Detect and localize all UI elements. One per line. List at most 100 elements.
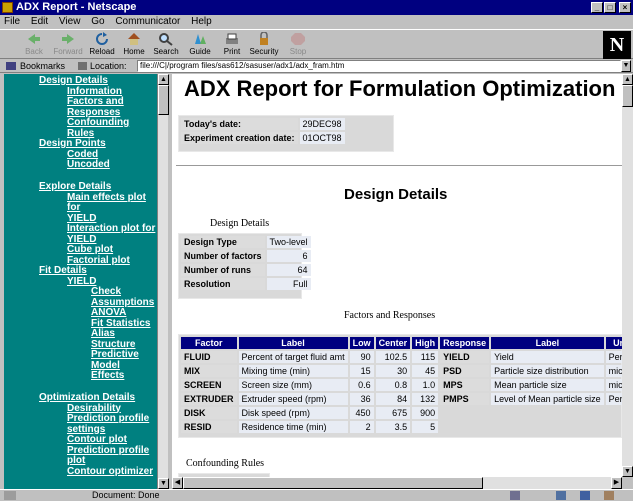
- response-name-cell: PMPS: [440, 393, 490, 405]
- close-button[interactable]: ×: [619, 2, 631, 13]
- nav-link[interactable]: Main effects plot for: [39, 192, 157, 214]
- nav-section-title[interactable]: Fit Details: [39, 265, 154, 277]
- column-header: Factor: [181, 337, 237, 349]
- scroll-thumb[interactable]: [158, 85, 169, 115]
- response-units-cell: microns: [605, 379, 622, 391]
- security-status-icon[interactable]: [4, 491, 16, 500]
- window-title: ADX Report - Netscape: [16, 1, 137, 13]
- factor-label-cell: Residence time (min): [238, 421, 348, 433]
- scroll-down-button[interactable]: ▼: [158, 478, 169, 489]
- factor-level-cell: 132: [412, 393, 439, 405]
- reload-button[interactable]: Reload: [84, 31, 120, 59]
- factor-name-cell: RESID: [181, 421, 237, 433]
- factors-responses-table: Factor Label Low Center High Response La…: [178, 334, 622, 438]
- design-label: Number of runs: [181, 264, 265, 276]
- divider: [176, 165, 622, 167]
- security-lock-icon: [260, 32, 268, 45]
- factor-name-cell: DISK: [181, 407, 237, 419]
- nav-link[interactable]: plot: [39, 455, 153, 467]
- nav-link[interactable]: Predictive: [39, 349, 154, 361]
- nav-section-title[interactable]: Explore Details: [39, 181, 157, 193]
- menu-communicator[interactable]: Communicator: [115, 16, 180, 27]
- scroll-thumb[interactable]: [183, 477, 483, 489]
- bookmarks-button[interactable]: Bookmarks: [20, 59, 65, 73]
- factor-level-cell: 2: [349, 421, 374, 433]
- location-dropdown-button[interactable]: ▼: [621, 60, 631, 72]
- guide-button[interactable]: Guide: [182, 31, 218, 59]
- maximize-button[interactable]: □: [604, 2, 616, 13]
- component-bar-mail-icon[interactable]: [556, 491, 566, 500]
- menu-file[interactable]: File: [4, 16, 20, 27]
- design-caption: Design Details: [210, 218, 270, 229]
- component-bar-composer-icon[interactable]: [604, 491, 614, 500]
- navigation-toolbar: Back Forward Reload Home Search Guide Pr…: [0, 29, 633, 59]
- component-bar-navigator-icon[interactable]: [510, 491, 520, 500]
- scroll-down-button[interactable]: ▼: [622, 466, 633, 477]
- nav-section-title[interactable]: Optimization Details: [39, 392, 153, 404]
- response-units-cell: microns: [605, 365, 622, 377]
- nav-link[interactable]: Uncoded: [39, 159, 110, 171]
- content-horizontal-scrollbar[interactable]: ◀ ▶: [172, 477, 622, 489]
- response-name-cell: [440, 407, 489, 419]
- back-button[interactable]: Back: [16, 31, 52, 59]
- menu-edit[interactable]: Edit: [31, 16, 48, 27]
- forward-arrow-icon: [62, 34, 74, 44]
- nav-section: Fit Details YIELD Check Assumptions ANOV…: [39, 265, 154, 382]
- response-units-cell: [606, 421, 622, 433]
- column-header: High: [412, 337, 439, 349]
- content-vertical-scrollbar[interactable]: ▲ ▼: [622, 74, 633, 477]
- nav-link[interactable]: Contour optimizer: [39, 466, 153, 478]
- stop-button[interactable]: Stop: [280, 31, 316, 59]
- minimize-button[interactable]: _: [591, 2, 603, 13]
- nav-section-title[interactable]: Design Points: [39, 138, 110, 150]
- nav-link[interactable]: Confounding Rules: [39, 117, 157, 139]
- report-title: ADX Report for Formulation Optimization …: [184, 76, 622, 101]
- factor-label-cell: Extruder speed (rpm): [238, 393, 348, 405]
- factor-name-cell: MIX: [181, 365, 237, 377]
- component-bar-discussions-icon[interactable]: [580, 491, 590, 500]
- menu-view[interactable]: View: [59, 16, 81, 27]
- scroll-right-button[interactable]: ▶: [611, 477, 622, 489]
- menu-help[interactable]: Help: [191, 16, 212, 27]
- response-label-cell: [491, 407, 604, 419]
- scroll-thumb[interactable]: [622, 85, 633, 107]
- table-row: EXTRUDER Extruder speed (rpm) 36 84 132 PMPS L…: [181, 393, 622, 405]
- nav-link[interactable]: Factors and: [39, 96, 157, 108]
- nav-link[interactable]: Check: [39, 286, 154, 298]
- nav-link[interactable]: Prediction profile: [39, 445, 153, 457]
- response-name-cell: [440, 421, 489, 433]
- menu-go[interactable]: Go: [91, 16, 104, 27]
- nav-link[interactable]: Effects: [39, 370, 154, 382]
- column-header: Units: [605, 337, 622, 349]
- search-icon: [159, 33, 173, 46]
- nav-link[interactable]: ANOVA: [39, 307, 154, 319]
- factor-level-cell: 36: [349, 393, 374, 405]
- forward-button[interactable]: Forward: [50, 31, 86, 59]
- home-button[interactable]: Home: [116, 31, 152, 59]
- nav-section: Design Points Coded Uncoded: [39, 138, 110, 171]
- response-label-cell: Mean particle size: [491, 379, 604, 391]
- column-header: Label: [238, 337, 348, 349]
- scroll-left-button[interactable]: ◀: [172, 477, 183, 489]
- print-button[interactable]: Print: [214, 31, 250, 59]
- nav-scrollbar[interactable]: ▲ ▼: [157, 74, 169, 489]
- search-button[interactable]: Search: [148, 31, 184, 59]
- table-row: DISK Disk speed (rpm) 450 675 900: [181, 407, 622, 419]
- scroll-up-button[interactable]: ▲: [622, 74, 633, 85]
- nav-link[interactable]: Alias: [39, 328, 154, 340]
- security-button[interactable]: Security: [246, 31, 282, 59]
- location-url-input[interactable]: file:///C|/program files/sas612/sasuser/…: [137, 60, 621, 72]
- nav-section-title[interactable]: Design Details: [39, 75, 157, 87]
- nav-link[interactable]: Contour plot: [39, 434, 153, 446]
- report-frame: ADX Report for Formulation Optimization …: [172, 74, 622, 477]
- table-row: Number of factors 6: [181, 250, 311, 262]
- column-header: Label: [491, 337, 604, 349]
- nav-link[interactable]: Prediction profile: [39, 413, 153, 425]
- menu-bar: File Edit View Go Communicator Help: [0, 15, 633, 29]
- page-proxy-icon[interactable]: [78, 62, 87, 70]
- factor-name-cell: FLUID: [181, 351, 237, 363]
- nav-link[interactable]: Cube plot: [39, 244, 157, 256]
- status-bar: Document: Done: [0, 489, 633, 501]
- nav-link[interactable]: Interaction plot for: [39, 223, 157, 235]
- scroll-up-button[interactable]: ▲: [158, 74, 169, 85]
